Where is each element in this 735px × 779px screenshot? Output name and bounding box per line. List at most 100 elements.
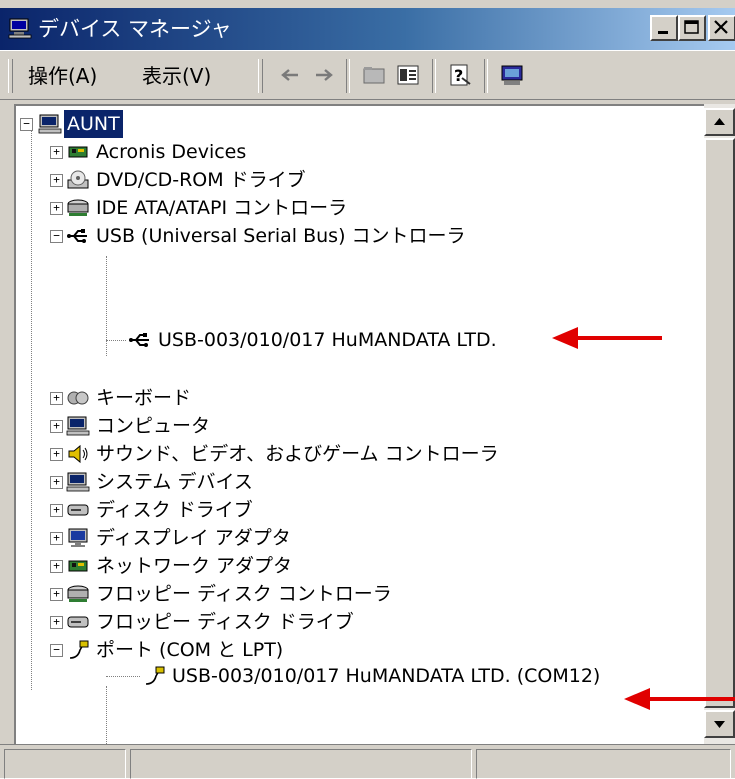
- tree-item-sound-video-game[interactable]: + サウンド、ビデオ、およびゲーム コントローラ: [16, 440, 696, 468]
- collapse-icon[interactable]: −: [50, 644, 63, 657]
- dvd-drive-icon: [67, 170, 89, 189]
- computer-icon: [66, 416, 90, 436]
- tree-root-label[interactable]: AUNT: [64, 110, 123, 138]
- status-pane: [476, 749, 731, 779]
- tree-connector: [106, 676, 140, 677]
- floppy-controller-icon: [67, 585, 89, 602]
- close-button[interactable]: [708, 15, 735, 41]
- device-manager-icon: [8, 18, 32, 39]
- device-tree[interactable]: − AUNT + Acronis Devices + DVD/CD-ROM ドラ…: [14, 104, 735, 744]
- status-pane: [130, 749, 472, 779]
- svg-text:?: ?: [454, 66, 463, 85]
- toolbar-grip[interactable]: [8, 59, 13, 93]
- status-pane: [4, 749, 126, 779]
- tree-item-label: システム デバイス: [96, 471, 253, 493]
- close-icon: [714, 20, 728, 34]
- expand-icon[interactable]: +: [50, 174, 63, 187]
- collapse-icon[interactable]: −: [20, 118, 33, 131]
- expand-icon[interactable]: +: [50, 588, 63, 601]
- tree-item-label: キーボード: [96, 387, 192, 409]
- toolbar-separator: [432, 59, 436, 93]
- red-arrow-annotation: [552, 327, 662, 349]
- triangle-down-icon: [714, 721, 725, 728]
- menu-action[interactable]: 操作(A): [28, 63, 97, 89]
- maximize-icon: [684, 20, 699, 34]
- scroll-up-button[interactable]: [704, 108, 735, 136]
- expand-icon[interactable]: +: [50, 448, 63, 461]
- scroll-thumb[interactable]: [704, 138, 735, 708]
- tree-connector: [106, 686, 107, 744]
- vertical-scrollbar[interactable]: [704, 104, 735, 744]
- tree-item-label: ポート (COM と LPT): [96, 639, 284, 661]
- expand-icon[interactable]: +: [50, 532, 63, 545]
- toolbar-separator: [484, 59, 488, 93]
- tree-item-usb-humandata[interactable]: USB-003/010/017 HuMANDATA LTD.: [16, 326, 576, 354]
- maximize-button[interactable]: [678, 15, 706, 41]
- keyboard-icon: [67, 391, 89, 405]
- computer-scan-icon[interactable]: [498, 62, 526, 88]
- tree-item-keyboards[interactable]: + キーボード: [16, 384, 696, 412]
- tree-item-display-adapters[interactable]: + ディスプレイ アダプタ: [16, 524, 696, 552]
- expand-icon[interactable]: +: [50, 202, 63, 215]
- monitor-icon: [68, 528, 88, 547]
- tree-item-network-adapters[interactable]: + ネットワーク アダプタ: [16, 552, 696, 580]
- title-bar[interactable]: デバイス マネージャ: [0, 8, 735, 50]
- tree-item-com12-humandata[interactable]: USB-003/010/017 HuMANDATA LTD. (COM12): [16, 662, 696, 690]
- tree-item-floppy-controllers[interactable]: + フロッピー ディスク コントローラ: [16, 580, 696, 608]
- floppy-drive-icon: [67, 616, 89, 628]
- network-card-icon: [68, 560, 88, 572]
- collapse-icon[interactable]: −: [50, 230, 63, 243]
- tree-item-label: ネットワーク アダプタ: [96, 555, 293, 577]
- window-title: デバイス マネージャ: [38, 17, 232, 41]
- tree-item-system-devices[interactable]: + システム デバイス: [16, 468, 696, 496]
- computer-icon: [66, 472, 90, 492]
- tree-item-label: DVD/CD-ROM ドライブ: [96, 169, 306, 191]
- tree-item-dvd-cd-rom-drives[interactable]: + DVD/CD-ROM ドライブ: [16, 166, 696, 194]
- tree-item-acronis-devices[interactable]: + Acronis Devices: [16, 138, 696, 166]
- tree-item-ide-controllers[interactable]: + IDE ATA/ATAPI コントローラ: [16, 194, 696, 222]
- tree-item-label: ディスプレイ アダプタ: [96, 527, 291, 549]
- expand-icon[interactable]: +: [50, 616, 63, 629]
- status-bar: [0, 744, 735, 779]
- tree-item-label: USB (Universal Serial Bus) コントローラ: [96, 225, 466, 247]
- tree-item-usb-controllers[interactable]: − USB (Universal Serial Bus) コントローラ: [16, 222, 696, 250]
- tree-item-label: Acronis Devices: [96, 141, 247, 163]
- minimize-button[interactable]: [650, 15, 678, 41]
- expand-icon[interactable]: +: [50, 146, 63, 159]
- back-arrow-icon[interactable]: [276, 62, 304, 88]
- computer-icon: [38, 114, 62, 134]
- tree-item-label: フロッピー ディスク コントローラ: [96, 583, 392, 605]
- tree-connector: [106, 340, 126, 341]
- tree-item-label: コンピュータ: [96, 415, 211, 437]
- tree-item-floppy-drives[interactable]: + フロッピー ディスク ドライブ: [16, 608, 696, 636]
- menu-view[interactable]: 表示(V): [142, 63, 211, 89]
- toolbar-grip[interactable]: [258, 59, 263, 93]
- tree-item-label: USB-003/010/017 HuMANDATA LTD. (COM12): [172, 665, 601, 687]
- help-icon[interactable]: ?: [446, 62, 474, 88]
- port-icon: [145, 666, 165, 685]
- tree-item-label: ディスク ドライブ: [96, 499, 253, 521]
- usb-icon: [67, 229, 87, 243]
- toolbar-separator: [346, 59, 350, 93]
- expand-icon[interactable]: +: [50, 392, 63, 405]
- expand-icon[interactable]: +: [50, 420, 63, 433]
- tree-item-computer[interactable]: + コンピュータ: [16, 412, 696, 440]
- usb-icon: [129, 333, 149, 347]
- tree-item-label: サウンド、ビデオ、およびゲーム コントローラ: [96, 443, 499, 465]
- scroll-down-button[interactable]: [704, 710, 735, 738]
- red-arrow-annotation: [624, 688, 735, 710]
- forward-arrow-icon[interactable]: [310, 62, 338, 88]
- triangle-up-icon: [714, 118, 725, 125]
- speaker-icon: [68, 444, 88, 464]
- tree-item-disk-drives[interactable]: + ディスク ドライブ: [16, 496, 696, 524]
- properties-icon[interactable]: [394, 62, 422, 88]
- expand-icon[interactable]: +: [50, 560, 63, 573]
- expand-icon[interactable]: +: [50, 504, 63, 517]
- tree-root[interactable]: − AUNT: [16, 110, 316, 138]
- tree-item-ports[interactable]: − ポート (COM と LPT): [16, 636, 696, 664]
- tree-item-label: USB-003/010/017 HuMANDATA LTD.: [158, 329, 497, 351]
- expand-icon[interactable]: +: [50, 476, 63, 489]
- port-icon: [69, 640, 89, 659]
- folder-up-icon[interactable]: [360, 62, 388, 88]
- toolbar: 操作(A) 表示(V) ?: [0, 50, 735, 100]
